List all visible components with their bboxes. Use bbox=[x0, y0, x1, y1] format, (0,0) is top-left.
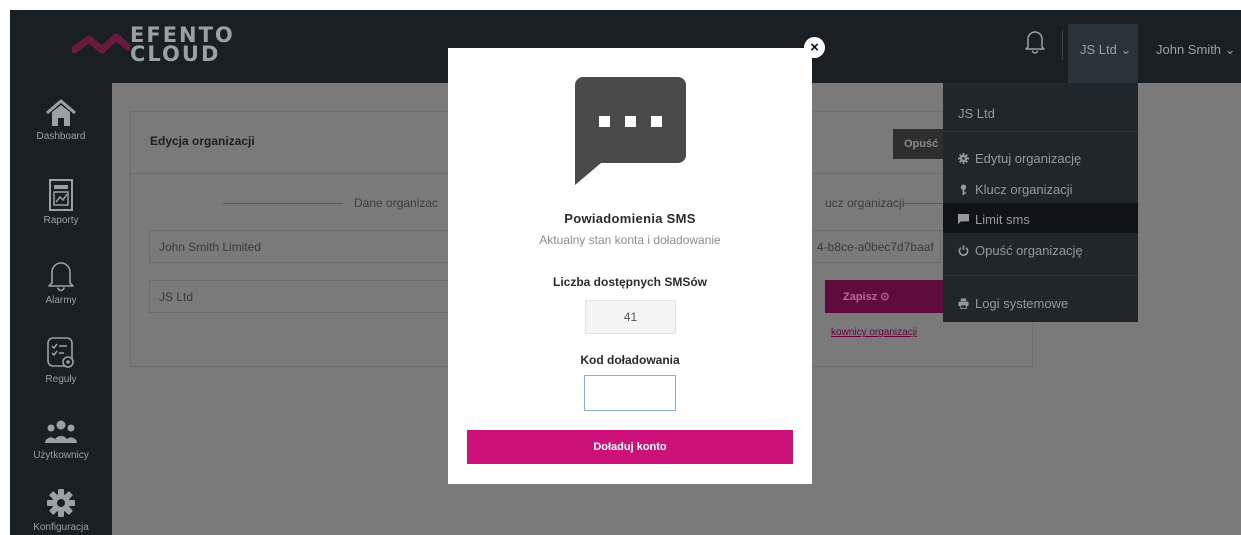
sidebar-item-raporty[interactable]: Raporty bbox=[10, 178, 112, 226]
dropdown-item-label: Klucz organizacji bbox=[975, 182, 1073, 197]
message-icon bbox=[958, 214, 969, 225]
dropdown-item-sms-limit[interactable]: Limit sms bbox=[943, 203, 1138, 233]
home-icon bbox=[46, 99, 76, 126]
sidebar-item-reguly[interactable]: Reguły bbox=[10, 335, 112, 385]
bell-icon bbox=[48, 262, 74, 292]
section-divider bbox=[223, 203, 343, 204]
sidebar-item-uzytkownicy[interactable]: Użytkownicy bbox=[10, 417, 112, 461]
gear-icon bbox=[958, 153, 969, 164]
rules-icon bbox=[47, 337, 74, 368]
sidebar-item-label: Dashboard bbox=[36, 131, 86, 142]
org-dropdown-menu: JS Ltd Edytuj organizację Klucz organiza… bbox=[943, 83, 1138, 322]
page-title: Edycja organizacji bbox=[150, 134, 255, 148]
sidebar-item-konfiguracja[interactable]: Konfiguracja bbox=[10, 487, 112, 533]
sidebar-item-label: Raporty bbox=[43, 215, 79, 226]
dropdown-header-org[interactable]: JS Ltd bbox=[943, 97, 1138, 127]
printer-icon bbox=[958, 298, 969, 309]
dropdown-item-system-logs[interactable]: Logi systemowe bbox=[943, 287, 1138, 317]
dropdown-item-label: Logi systemowe bbox=[975, 296, 1069, 311]
modal-title: Powiadomienia SMS bbox=[564, 211, 696, 226]
section-divider bbox=[902, 203, 942, 204]
users-icon bbox=[45, 420, 77, 443]
power-icon bbox=[958, 245, 969, 256]
sms-modal: Powiadomienia SMS Aktualny stan konta i … bbox=[448, 48, 812, 484]
sidebar-item-label: Użytkownicy bbox=[33, 450, 89, 461]
dropdown-item-leave-org[interactable]: Opuść organizację bbox=[943, 234, 1138, 264]
leave-organization-button[interactable]: Opuść bbox=[893, 129, 948, 159]
org-name-field[interactable]: John Smith Limited bbox=[149, 230, 479, 263]
dropdown-item-org-key[interactable]: Klucz organizacji bbox=[943, 173, 1138, 203]
user-menu[interactable]: John Smith ⌄ bbox=[1156, 42, 1236, 58]
dropdown-divider bbox=[943, 131, 1138, 132]
section-label-org-key: ucz organizacji bbox=[825, 196, 905, 210]
dropdown-divider bbox=[943, 275, 1138, 276]
org-short-name-field[interactable]: JS Ltd bbox=[149, 280, 479, 313]
topup-account-button[interactable]: Doładuj konto bbox=[467, 430, 793, 464]
sidebar-item-label: Reguły bbox=[45, 374, 77, 385]
dropdown-item-label: Edytuj organizację bbox=[975, 151, 1082, 166]
sidebar-item-dashboard[interactable]: Dashboard bbox=[10, 98, 112, 142]
topup-code-input[interactable] bbox=[584, 375, 676, 411]
dropdown-item-label: Limit sms bbox=[975, 212, 1030, 227]
notifications-bell-icon[interactable] bbox=[1024, 28, 1046, 54]
report-icon bbox=[49, 179, 73, 211]
logo-line-2: CLOUD bbox=[130, 42, 221, 66]
topup-code-label: Kod doładowania bbox=[580, 353, 680, 367]
org-selector[interactable]: JS Ltd ⌄ bbox=[1068, 24, 1138, 83]
available-sms-count: 41 bbox=[585, 300, 676, 334]
sms-chat-bubble-icon bbox=[575, 77, 686, 185]
gear-icon bbox=[47, 489, 75, 517]
org-key-field: 4-b8ce-a0bec7d7baaf bbox=[807, 230, 941, 263]
logo-text[interactable]: EFENTO CLOUD bbox=[130, 25, 235, 66]
sidebar: Dashboard Raporty Alarmy Reguły Użytkown… bbox=[10, 83, 112, 535]
section-label-org-data: Dane organizac bbox=[354, 196, 439, 210]
dropdown-item-label: Opuść organizację bbox=[975, 243, 1083, 258]
sidebar-item-alarmy[interactable]: Alarmy bbox=[10, 258, 112, 306]
logo-mark-icon bbox=[72, 33, 130, 54]
sidebar-item-label: Konfiguracja bbox=[33, 522, 89, 533]
key-icon bbox=[960, 184, 967, 195]
modal-close-button[interactable]: × bbox=[804, 37, 825, 58]
modal-subtitle: Aktualny stan konta i doładowanie bbox=[539, 233, 721, 247]
available-sms-label: Liczba dostępnych SMSów bbox=[552, 275, 708, 289]
dropdown-item-edit-org[interactable]: Edytuj organizację bbox=[943, 142, 1138, 172]
sidebar-item-label: Alarmy bbox=[45, 295, 77, 306]
org-users-link[interactable]: kownicy organizacji bbox=[831, 327, 917, 338]
header-divider bbox=[1062, 30, 1063, 60]
app-window: EFENTO CLOUD JS Ltd ⌄ John Smith ⌄ Dashb… bbox=[10, 10, 1241, 535]
